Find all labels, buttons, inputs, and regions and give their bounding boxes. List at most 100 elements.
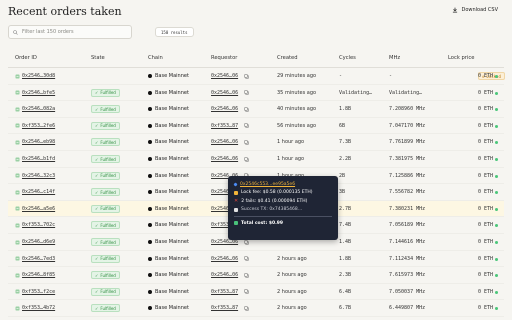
created-time: 29 minutes ago: [277, 73, 317, 79]
order-id-link[interactable]: 0x2546…bfe5: [15, 90, 55, 96]
lock-price-value: 0 ETH: [478, 305, 494, 312]
copy-icon[interactable]: [244, 239, 249, 245]
chain-icon: [148, 107, 152, 112]
status-dot: [495, 108, 498, 112]
check-icon: ✓: [95, 289, 99, 295]
copy-icon[interactable]: [244, 123, 249, 129]
col-created[interactable]: Created: [277, 55, 298, 61]
copy-icon[interactable]: [244, 106, 249, 112]
check-icon: ✓: [95, 106, 99, 112]
order-id-link[interactable]: 0x2546…8f85: [15, 272, 55, 278]
copy-icon[interactable]: [244, 289, 249, 295]
table-row[interactable]: 0x2546…b1fd ✓ Fulfilled Base Mainnet 0x2…: [8, 151, 504, 168]
order-id-link[interactable]: 0x2546…082a: [15, 106, 55, 112]
col-state[interactable]: State: [91, 55, 105, 61]
table-row[interactable]: 0x2546…7ed3 ✓ Fulfilled Base Mainnet 0x2…: [8, 251, 504, 268]
copy-icon[interactable]: [244, 272, 249, 278]
cycles-value: 1.8B: [339, 106, 352, 113]
order-id-link[interactable]: 0xf353…702c: [15, 222, 55, 228]
requestor-link[interactable]: 0x2546…06: [211, 139, 249, 145]
requestor-address: 0x2546…06: [211, 272, 239, 279]
col-chain[interactable]: Chain: [148, 55, 163, 61]
requestor-link[interactable]: 0xf353…87: [211, 305, 249, 311]
status-badge: ✓ Fulfilled: [91, 138, 120, 147]
cycles-value: 6.4B: [339, 288, 352, 295]
order-id-link[interactable]: 0x2546…b1fd: [15, 156, 55, 162]
order-icon: [15, 240, 20, 244]
copy-icon[interactable]: [244, 90, 249, 95]
order-id-link[interactable]: 0x2546…c14f: [15, 189, 55, 195]
table-row[interactable]: 0x2546…bfe5 ✓ Fulfilled Base Mainnet 0x2…: [8, 85, 504, 102]
cycles-value: 2B: [339, 172, 346, 179]
order-id: 0x2546…7ed3: [22, 255, 56, 262]
table-row[interactable]: 0xf353…f2ce ✓ Fulfilled Base Mainnet 0xf…: [8, 284, 504, 301]
requestor-link[interactable]: 0x2546…06: [211, 73, 249, 79]
filter-input[interactable]: Filter last 150 orders: [8, 25, 132, 39]
status-badge: ✓ Fulfilled: [91, 105, 120, 114]
copy-icon[interactable]: [244, 140, 249, 145]
requestor-link[interactable]: 0x2546…06: [211, 156, 249, 162]
chain-icon: [148, 289, 152, 294]
copy-icon[interactable]: [244, 256, 249, 261]
col-requestor[interactable]: Requestor: [211, 55, 237, 61]
chain-cell: Base Mainnet: [148, 239, 189, 245]
order-id-link[interactable]: 0x2546…7ed3: [15, 256, 55, 262]
chain-icon: [148, 206, 152, 211]
order-id-link[interactable]: 0x2546…d6e9: [15, 239, 55, 245]
order-id: 0x2546…b1fd: [22, 156, 56, 162]
copy-icon[interactable]: [244, 73, 249, 79]
chain-name: Base Mainnet: [155, 89, 189, 96]
order-id-link[interactable]: 0xf353…4b72: [15, 305, 55, 311]
table-row[interactable]: 0xf353…4b72 ✓ Fulfilled Base Mainnet 0xf…: [8, 300, 504, 317]
mhz-value: 7.056189 MHz: [389, 222, 426, 229]
order-id-link[interactable]: 0xf353…2fe6: [15, 123, 55, 129]
chain-name: Base Mainnet: [155, 139, 189, 146]
chain-icon: [148, 223, 152, 228]
col-cycles[interactable]: Cycles: [339, 55, 356, 61]
order-id: 0x2546…d6e9: [22, 239, 56, 245]
col-order-id[interactable]: Order ID: [15, 55, 37, 61]
copy-icon[interactable]: [244, 156, 249, 162]
tooltip-address[interactable]: 0x2546c553…ee95a5e6: [240, 182, 295, 187]
requestor-link[interactable]: 0x2546…06: [211, 106, 249, 112]
search-icon: [13, 29, 18, 35]
requestor-link[interactable]: 0xf353…87: [211, 289, 249, 295]
chain-name: Base Mainnet: [155, 205, 189, 212]
cycles-value: 7.4B: [339, 222, 352, 229]
col-lock-price[interactable]: Lock price: [448, 55, 474, 61]
cycles-value: 3B: [339, 189, 346, 196]
table-row[interactable]: 0x2546…8f85 ✓ Fulfilled Base Mainnet 0x2…: [8, 267, 504, 284]
requestor-link[interactable]: 0x2546…06: [211, 256, 249, 262]
status-dot: [495, 274, 498, 278]
download-csv-button[interactable]: Download CSV: [452, 7, 498, 13]
tooltip-success-tx[interactable]: Success TX: 0x74385468…: [241, 207, 302, 212]
order-id-link[interactable]: 0x2546…30d8: [15, 73, 55, 79]
table-row[interactable]: 0x2546…eb98 ✓ Fulfilled Base Mainnet 0x2…: [8, 134, 504, 151]
chain-icon: [148, 140, 152, 145]
chain-cell: Base Mainnet: [148, 156, 189, 162]
mhz-value: 7.208960 MHz: [389, 106, 426, 113]
table-row[interactable]: 0x2546…082a ✓ Fulfilled Base Mainnet 0x2…: [8, 101, 504, 118]
order-id-link[interactable]: 0x2546…eb98: [15, 139, 55, 145]
requestor-link[interactable]: 0xf353…87: [211, 123, 249, 129]
lock-price-value: 0 ETH: [478, 205, 494, 212]
tooltip-lock-fee: Lock fee: $0.58 (0.000135 ETH): [241, 190, 313, 196]
cycles-value: 6.7B: [339, 305, 352, 312]
requestor-address: 0xf353…87: [211, 122, 239, 129]
chain-cell: Base Mainnet: [148, 106, 189, 112]
status-badge: ✓ Fulfilled: [91, 155, 120, 163]
table-row[interactable]: 0xf353…2fe6 ✓ Fulfilled Base Mainnet 0xf…: [8, 118, 504, 135]
requestor-link[interactable]: 0x2546…06: [211, 272, 249, 278]
status-badge: ✓ Fulfilled: [91, 171, 120, 180]
order-id-link[interactable]: 0xf353…f2ce: [15, 289, 55, 295]
table-row[interactable]: 0x2546…30d8 ⊙ Locked Base Mainnet 0x2546…: [8, 68, 505, 85]
order-id-link[interactable]: 0x2546…a5e6: [15, 206, 55, 212]
col-mhz[interactable]: MHz: [389, 55, 400, 61]
copy-icon[interactable]: [244, 306, 249, 311]
order-id-link[interactable]: 0x2546…32c3: [15, 173, 55, 179]
requestor-link[interactable]: 0x2546…06: [211, 90, 249, 96]
lock-price-value: 0 ETH: [478, 222, 494, 229]
requestor-address: 0x2546…06: [211, 106, 239, 113]
requestor-address: 0x2546…06: [211, 139, 239, 146]
mhz-value: 7.125886 MHz: [389, 172, 426, 179]
